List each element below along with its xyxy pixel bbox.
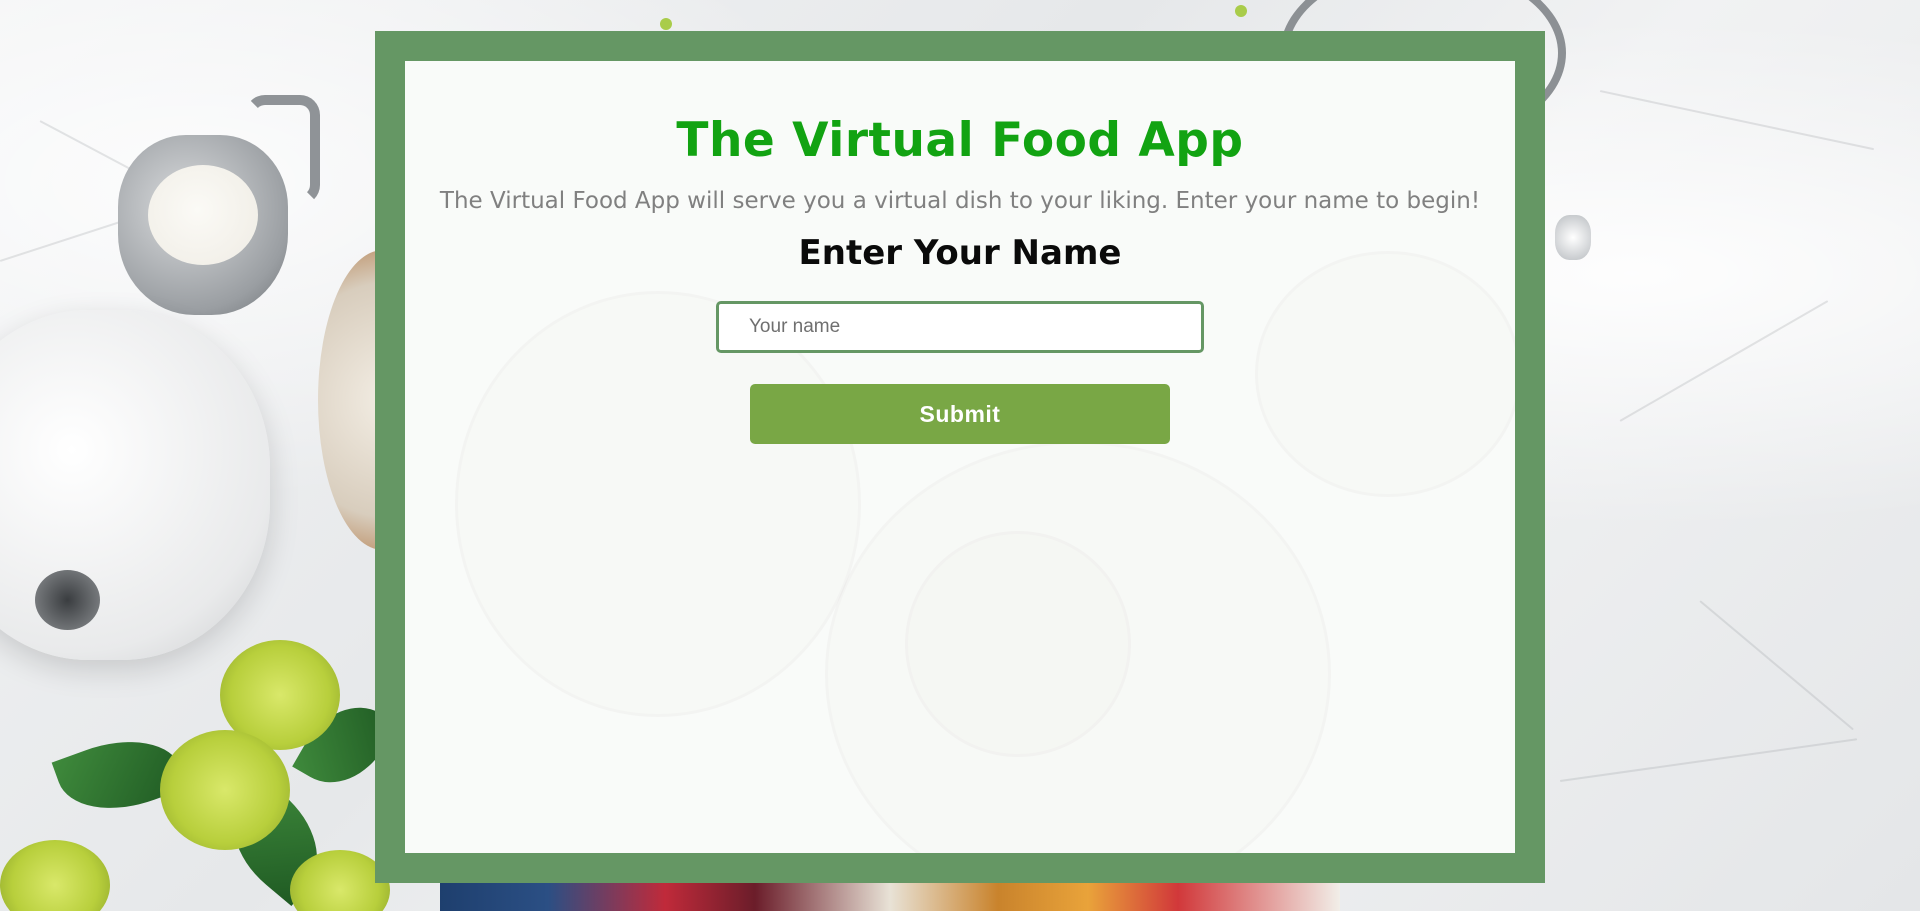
milk-image — [148, 165, 258, 265]
kettle-spout-image — [35, 570, 100, 630]
knob-image — [1555, 215, 1591, 260]
app-title: The Virtual Food App — [676, 113, 1244, 168]
app-frame: The Virtual Food App The Virtual Food Ap… — [375, 31, 1545, 883]
name-form-heading: Enter Your Name — [798, 232, 1122, 273]
flowers-image — [0, 640, 398, 911]
app-description: The Virtual Food App will serve you a vi… — [439, 187, 1481, 214]
name-input[interactable] — [716, 301, 1204, 354]
app-card: The Virtual Food App The Virtual Food Ap… — [405, 61, 1515, 853]
herb-sprig-image — [660, 18, 672, 30]
herb-sprig-image — [1235, 5, 1247, 17]
faded-bowl-image — [905, 531, 1131, 757]
name-form: Submit — [405, 301, 1515, 445]
food-bowls-image — [440, 880, 1340, 911]
submit-button[interactable]: Submit — [750, 384, 1170, 445]
